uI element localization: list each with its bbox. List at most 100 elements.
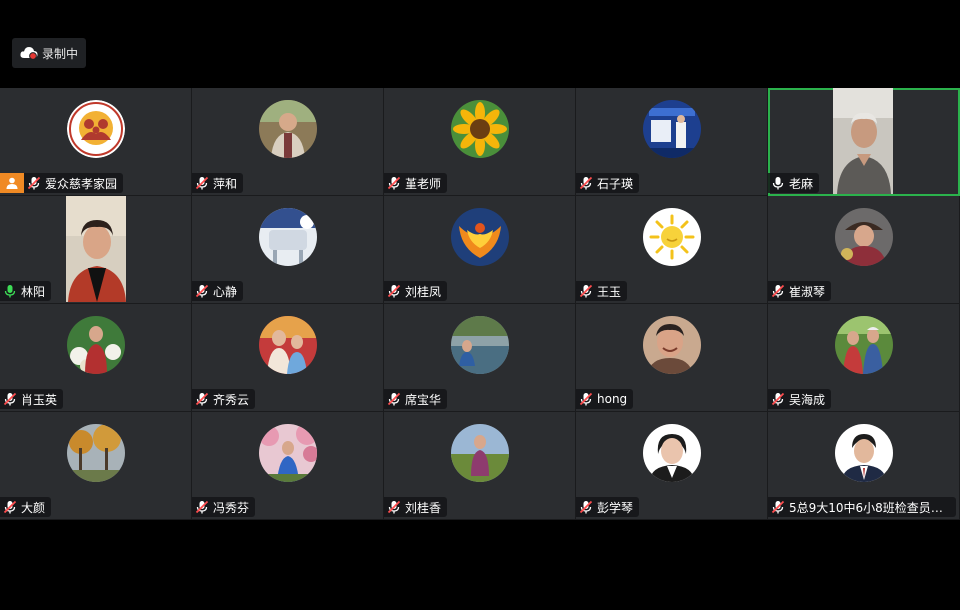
mic-muted-icon [387,392,401,406]
mic-muted-icon [195,176,209,190]
participant-name: 老麻 [789,176,814,191]
mic-speaking-icon [3,284,17,298]
participant-name: 崔淑琴 [789,284,826,299]
participant-tile[interactable]: 崔淑琴 [768,196,960,304]
participant-avatar [450,316,509,374]
participant-tile[interactable]: 齐秀云 [192,304,384,412]
mic-muted-icon [3,500,17,514]
participant-name: 刘桂凤 [405,284,442,299]
participant-avatar [642,100,701,158]
participant-name: 石子瑛 [597,176,634,191]
participant-name: 齐秀云 [213,392,250,407]
participant-name-tag: 崔淑琴 [768,281,832,301]
recording-label: 录制中 [42,46,79,61]
participant-tile[interactable]: 堇老师 [384,88,576,196]
participant-name: 堇老师 [405,176,442,191]
participant-avatar [642,208,701,266]
participant-tile[interactable]: 肖玉英 [0,304,192,412]
participant-name: 爱众慈孝家园 [45,176,118,191]
participant-tile[interactable]: 席宝华 [384,304,576,412]
participant-name-tag: 林阳 [0,281,52,301]
mic-icon [771,176,785,190]
participant-name-tag: 老麻 [768,173,820,193]
participant-tile[interactable]: 大颜 [0,412,192,520]
mic-muted-icon [387,176,401,190]
mic-muted-icon [771,500,785,514]
mic-muted-icon [579,500,593,514]
mic-muted-icon [195,392,209,406]
participant-name-tag: 心静 [192,281,244,301]
participant-name-tag: 刘桂凤 [384,281,448,301]
mic-muted-icon [387,284,401,298]
participant-name: 肖玉英 [21,392,58,407]
participant-name-tag: 萍和 [192,173,244,193]
participant-avatar [258,316,317,374]
participant-avatar [450,100,509,158]
mic-muted-icon [195,500,209,514]
participant-avatar [258,100,317,158]
participant-avatar [642,424,701,482]
participant-name-tag: hong [576,389,634,409]
participant-tile-active[interactable]: 老麻 [768,88,960,196]
participant-tile[interactable]: 萍和 [192,88,384,196]
mic-muted-icon [579,176,593,190]
participant-avatar [834,424,893,482]
participant-name-tag: 大颜 [0,497,52,517]
participant-tile[interactable]: 刘桂凤 [384,196,576,304]
participant-name: 冯秀芬 [213,500,250,515]
participant-name-tag: 肖玉英 [0,389,64,409]
participant-name: 吴海成 [789,392,826,407]
participant-tile[interactable]: 吴海成 [768,304,960,412]
mic-muted-icon [579,392,593,406]
participant-name: 刘桂香 [405,500,442,515]
participant-tile[interactable]: 爱众慈孝家园 [0,88,192,196]
mic-muted-icon [387,500,401,514]
participant-name-tag: 石子瑛 [576,173,640,193]
participant-avatar [258,424,317,482]
mic-muted-icon [195,284,209,298]
participant-tile[interactable]: 石子瑛 [576,88,768,196]
participant-name: 林阳 [21,284,46,299]
cloud-record-icon [20,46,38,60]
participant-name-tag: 彭学琴 [576,497,640,517]
participant-avatar [66,316,125,374]
mic-muted-icon [579,284,593,298]
participant-name: 席宝华 [405,392,442,407]
participant-avatar [66,424,125,482]
participant-avatar [642,316,701,374]
participant-avatar [450,424,509,482]
mic-muted-icon [771,284,785,298]
participant-name-tag: 5总9大10中6小8班检查员陈... [768,497,956,517]
mic-muted-icon [27,176,41,190]
participant-tile[interactable]: 林阳 [0,196,192,304]
participant-name: 大颜 [21,500,46,515]
participant-name-tag: 冯秀芬 [192,497,256,517]
mic-muted-icon [771,392,785,406]
participant-name: 心静 [213,284,238,299]
participant-name: 萍和 [213,176,238,191]
participant-name-tag: 席宝华 [384,389,448,409]
participant-name-tag: 爱众慈孝家园 [24,173,124,193]
participant-grid: 爱众慈孝家园 萍和 堇老师 石子瑛 老麻 林阳 心静 刘桂凤 王玉 崔淑琴 肖玉… [0,88,960,521]
participant-name-tag: 王玉 [576,281,628,301]
participant-name-tag: 吴海成 [768,389,832,409]
participant-tile[interactable]: 王玉 [576,196,768,304]
participant-tile[interactable]: 刘桂香 [384,412,576,520]
participant-name: 王玉 [597,284,622,299]
participant-name: hong [597,392,628,406]
participant-avatar [450,208,509,266]
recording-indicator[interactable]: 录制中 [12,38,87,68]
participant-tile[interactable]: 5总9大10中6小8班检查员陈... [768,412,960,520]
participant-tile[interactable]: hong [576,304,768,412]
participant-name-tag: 堇老师 [384,173,448,193]
participant-avatar [834,208,893,266]
participant-tile[interactable]: 冯秀芬 [192,412,384,520]
participant-tile[interactable]: 心静 [192,196,384,304]
participant-avatar [834,316,893,374]
participant-avatar [66,100,125,158]
participant-video [833,88,893,194]
participant-name: 5总9大10中6小8班检查员陈... [789,500,950,515]
mic-muted-icon [3,392,17,406]
participant-tile[interactable]: 彭学琴 [576,412,768,520]
participant-avatar [258,208,317,266]
